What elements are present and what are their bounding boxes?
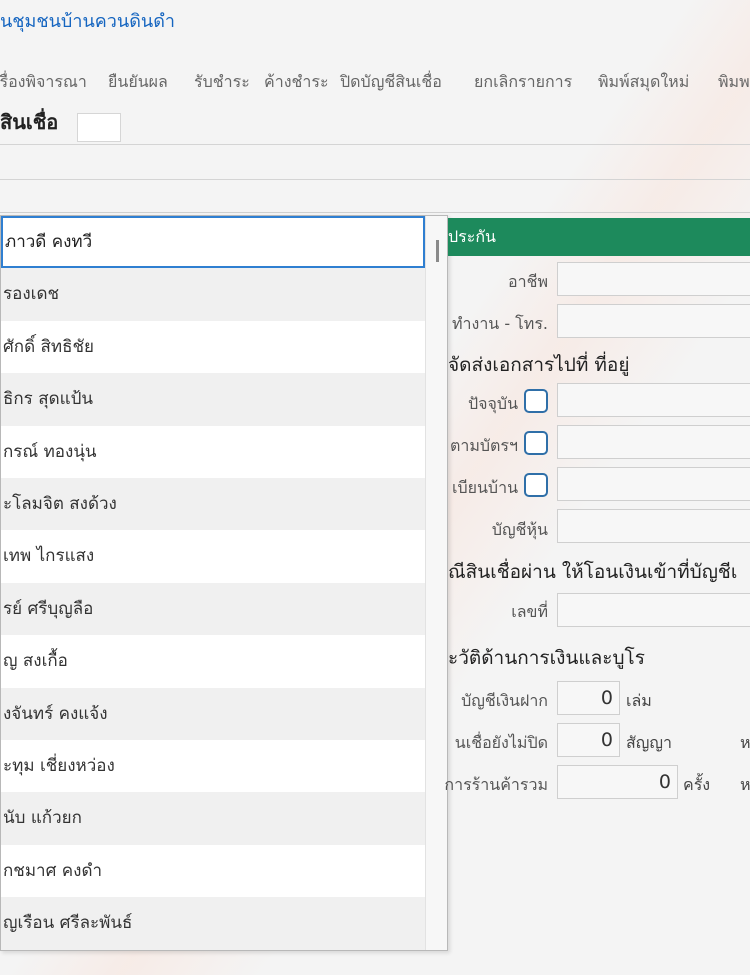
open-loans-label: นเชื่อยังไม่ปิด [454, 733, 548, 752]
current-address-checkbox[interactable] [524, 389, 548, 413]
menu-item-consider[interactable]: เรื่องพิจารณา [0, 70, 87, 94]
house-registration-field[interactable] [557, 467, 750, 501]
list-item[interactable]: งจันทร์ คงแจ้ง [1, 687, 425, 740]
guarantee-section-header: ประกัน [448, 218, 750, 256]
menu-item-cancel[interactable]: ยกเลิกรายการ [474, 70, 572, 94]
house-registration-checkbox[interactable] [524, 473, 548, 497]
app-title: นชุมชนบ้านควนดินดำ [0, 11, 175, 32]
menu-item-print-new-book[interactable]: พิมพ์สมุดใหม่ [598, 70, 689, 94]
account-number-label: เลขที่ [511, 602, 548, 621]
menu-item-print[interactable]: พิมพ [718, 70, 750, 94]
loan-label: สินเชื่อ [0, 110, 59, 134]
list-item[interactable]: ธิกร สุดแป้น [1, 373, 425, 426]
list-item[interactable]: กชมาศ คงดำ [1, 844, 425, 898]
share-account-label: บัญชีหุ้น [491, 520, 548, 539]
list-item[interactable]: รย์ ศรีบุญลือ [1, 582, 425, 636]
financial-history-title: ะวัติด้านการเงินและบูโร [448, 647, 645, 669]
truncated-label: ห [740, 775, 750, 794]
menu-item-outstanding[interactable]: ค้างชำระ [264, 70, 329, 94]
workplace-field[interactable] [557, 304, 750, 338]
list-item[interactable]: ะทุม เชี่ยงหว่อง [1, 740, 425, 793]
divider [0, 144, 750, 145]
list-item[interactable]: ญเรือน ศรีละพันธ์ [1, 897, 425, 950]
card-address-field[interactable] [557, 425, 750, 459]
scrollbar-thumb[interactable] [436, 240, 439, 262]
menu-item-receive-payment[interactable]: รับชำระ [194, 70, 250, 94]
house-registration-label: เบียนบ้าน [451, 478, 518, 497]
current-address-label: ปัจจุบัน [468, 394, 518, 413]
list-item[interactable]: ะโลมจิต สงด้วง [1, 478, 425, 531]
occupation-field[interactable] [557, 262, 750, 296]
divider [0, 212, 750, 213]
list-item[interactable]: ศักดิ์ สิทธิชัย [1, 320, 425, 374]
deposit-account-count[interactable]: 0 [557, 681, 620, 715]
workplace-label: ทำงาน - โทร. [451, 314, 548, 333]
occupation-label: อาชีพ [508, 272, 548, 291]
menu-bar: เรื่องพิจารณา ยืนยันผล รับชำระ ค้างชำระ … [0, 70, 750, 94]
open-loans-count[interactable]: 0 [557, 723, 620, 757]
list-item[interactable]: ญ สงเกื้อ [1, 635, 425, 688]
list-item[interactable]: กรณ์ ทองนุ่น [1, 425, 425, 478]
card-address-label: ตามบัตรฯ [449, 436, 518, 455]
card-address-checkbox[interactable] [524, 431, 548, 455]
transfer-title: ณีสินเชื่อผ่าน ให้โอนเงินเข้าที่บัญชีเ [448, 561, 738, 583]
list-item[interactable]: รองเดช [1, 268, 425, 321]
store-usage-unit: ครั้ง [683, 775, 711, 794]
send-docs-title: จัดส่งเอกสารไปที่ ที่อยู่ [448, 354, 630, 376]
deposit-unit: เล่ม [626, 691, 652, 710]
share-account-field[interactable] [557, 509, 750, 543]
truncated-label: ห [740, 733, 750, 752]
list-item[interactable]: เทพ ไกรแสง [1, 530, 425, 583]
menu-item-confirm[interactable]: ยืนยันผล [108, 70, 168, 94]
menu-item-close-loan[interactable]: ปิดบัญชีสินเชื่อ [340, 70, 442, 94]
account-number-field[interactable] [557, 593, 750, 627]
store-usage-label: การร้านค้ารวม [444, 775, 548, 794]
divider [0, 179, 750, 180]
deposit-account-label: บัญชีเงินฝาก [461, 691, 548, 710]
member-dropdown-list[interactable]: ภาวดี คงทวี รองเดช ศักดิ์ สิทธิชัย ธิกร … [0, 215, 448, 951]
store-usage-count[interactable]: 0 [557, 765, 678, 799]
open-loans-unit: สัญญา [626, 733, 673, 752]
list-item[interactable]: นับ แก้วยก [1, 792, 425, 845]
list-item[interactable]: ภาวดี คงทวี [1, 216, 425, 269]
dropdown-scrollbar[interactable] [425, 216, 447, 950]
current-address-field[interactable] [557, 383, 750, 417]
loan-input[interactable] [77, 113, 121, 142]
